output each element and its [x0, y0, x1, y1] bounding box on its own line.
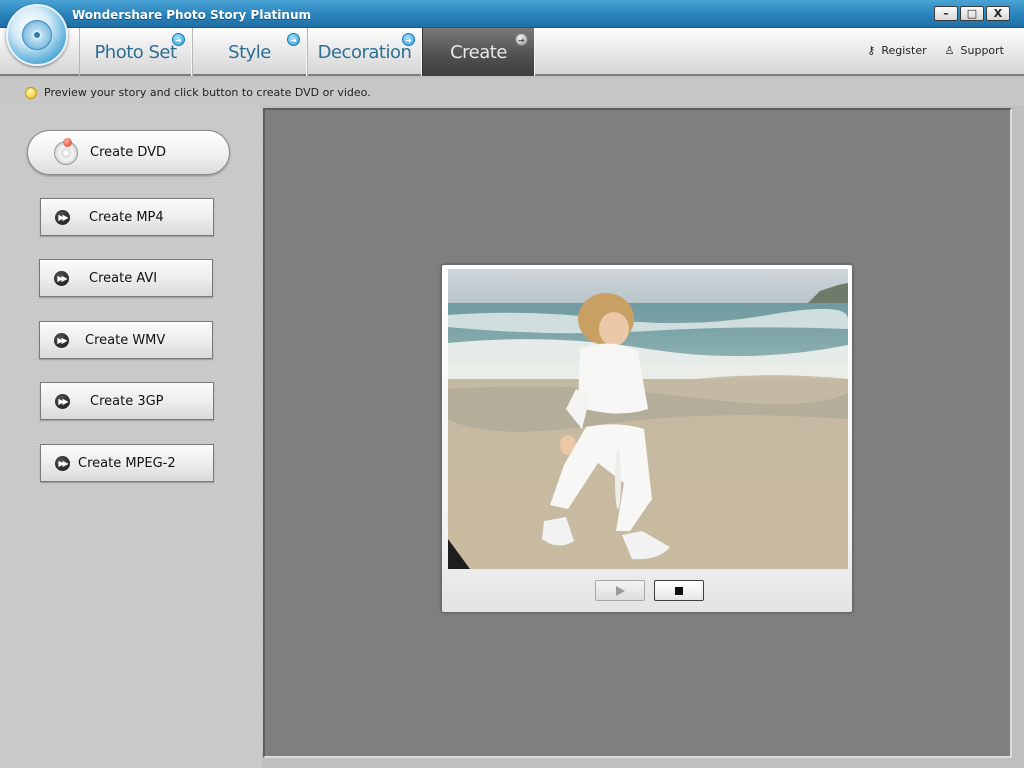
- register-link[interactable]: ⚷ Register: [867, 44, 926, 57]
- create-3gp-label: Create 3GP: [90, 394, 164, 409]
- create-options-panel: Create DVD ▶▶ Create MP4 ▶▶ Create AVI ▶…: [0, 106, 262, 768]
- title-bar: Wondershare Photo Story Platinum – □ X: [0, 0, 1024, 28]
- create-avi-label: Create AVI: [89, 271, 158, 286]
- create-mp4-label: Create MP4: [89, 210, 164, 225]
- stop-icon: [675, 587, 683, 595]
- tab-photo-set[interactable]: Photo Set ➜: [79, 28, 192, 76]
- stop-button[interactable]: [654, 580, 704, 601]
- window-title: Wondershare Photo Story Platinum: [72, 8, 311, 22]
- create-mp4-button[interactable]: ▶▶ Create MP4: [40, 198, 214, 236]
- arrow-right-icon: ➜: [402, 33, 415, 46]
- play-icon: [616, 586, 625, 596]
- preview-player: [441, 264, 853, 613]
- person-icon: ♙: [944, 44, 955, 57]
- support-link[interactable]: ♙ Support: [945, 44, 1004, 57]
- register-label: Register: [881, 44, 927, 57]
- tab-create[interactable]: Create ➜: [422, 28, 535, 76]
- beach-scene: [448, 269, 848, 569]
- preview-area: [263, 108, 1012, 758]
- create-dvd-button[interactable]: Create DVD: [27, 130, 230, 175]
- tab-label: Decoration: [317, 41, 412, 63]
- create-wmv-label: Create WMV: [85, 333, 166, 348]
- tab-label: Style: [228, 41, 271, 63]
- create-avi-button[interactable]: ▶▶ Create AVI: [39, 259, 213, 297]
- arrow-right-icon: ➜: [172, 33, 185, 46]
- fast-forward-icon: ▶▶: [54, 271, 69, 286]
- create-3gp-button[interactable]: ▶▶ Create 3GP: [40, 382, 214, 420]
- arrow-right-icon: ➜: [515, 33, 528, 46]
- arrow-right-icon: ➜: [287, 33, 300, 46]
- app-logo-icon[interactable]: [6, 4, 68, 66]
- create-mpeg2-button[interactable]: ▶▶ Create MPEG-2: [40, 444, 214, 482]
- header-links: ⚷ Register ♙ Support: [867, 44, 1004, 57]
- fast-forward-icon: ▶▶: [54, 333, 69, 348]
- close-button[interactable]: X: [986, 6, 1010, 21]
- tab-label: Photo Set: [94, 41, 177, 63]
- fast-forward-icon: ▶▶: [55, 456, 70, 471]
- window-controls: – □ X: [934, 6, 1010, 21]
- create-dvd-label: Create DVD: [90, 145, 167, 160]
- nav-bar: Photo Set ➜ Style ➜ Decoration ➜ Create …: [0, 28, 1024, 76]
- create-mpeg2-label: Create MPEG-2: [78, 456, 176, 471]
- hint-text: Preview your story and click button to c…: [44, 86, 371, 99]
- disc-icon: [22, 20, 52, 50]
- maximize-button[interactable]: □: [960, 6, 984, 21]
- hint-bar: Preview your story and click button to c…: [0, 78, 1024, 106]
- tab-style[interactable]: Style ➜: [192, 28, 307, 76]
- fast-forward-icon: ▶▶: [55, 394, 70, 409]
- create-wmv-button[interactable]: ▶▶ Create WMV: [39, 321, 213, 359]
- tab-label: Create: [450, 41, 507, 63]
- fast-forward-icon: ▶▶: [55, 210, 70, 225]
- dvd-disc-icon: [54, 138, 78, 165]
- play-button[interactable]: [595, 580, 645, 601]
- support-label: Support: [960, 44, 1004, 57]
- minimize-button[interactable]: –: [934, 6, 958, 21]
- key-icon: ⚷: [867, 44, 876, 57]
- lightbulb-icon: [25, 87, 37, 99]
- child-on-beach-photo: [448, 269, 848, 569]
- tab-decoration[interactable]: Decoration ➜: [307, 28, 422, 76]
